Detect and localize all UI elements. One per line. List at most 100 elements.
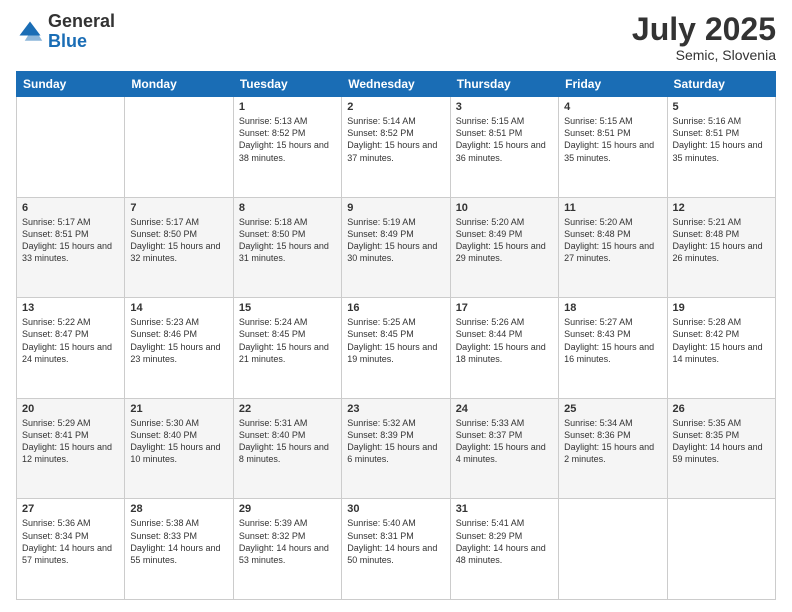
day-number: 2 bbox=[347, 101, 444, 113]
day-info: Sunrise: 5:26 AM Sunset: 8:44 PM Dayligh… bbox=[456, 316, 553, 365]
table-row bbox=[559, 499, 667, 600]
day-info: Sunrise: 5:18 AM Sunset: 8:50 PM Dayligh… bbox=[239, 216, 336, 265]
table-row: 22 Sunrise: 5:31 AM Sunset: 8:40 PM Dayli… bbox=[233, 398, 341, 499]
table-row: 21Sunrise: 5:30 AM Sunset: 8:40 PM Dayli… bbox=[125, 398, 233, 499]
col-sunday: Sunday bbox=[17, 72, 125, 97]
table-row: 8 Sunrise: 5:18 AM Sunset: 8:50 PM Daylig… bbox=[233, 197, 341, 298]
logo-blue: Blue bbox=[48, 31, 87, 51]
title-location: Semic, Slovenia bbox=[632, 47, 776, 63]
table-row: 23 Sunrise: 5:32 AM Sunset: 8:39 PM Dayli… bbox=[342, 398, 450, 499]
table-row: 17Sunrise: 5:26 AM Sunset: 8:44 PM Dayli… bbox=[450, 298, 558, 399]
title-month: July 2025 bbox=[632, 12, 776, 47]
table-row: 10 Sunrise: 5:20 AM Sunset: 8:49 PM Dayli… bbox=[450, 197, 558, 298]
table-row: 30 Sunrise: 5:40 AM Sunset: 8:31 PM Dayli… bbox=[342, 499, 450, 600]
day-info: Sunrise: 5:25 AM Sunset: 8:45 PM Dayligh… bbox=[347, 316, 444, 365]
calendar-week-row: 20 Sunrise: 5:29 AM Sunset: 8:41 PM Dayli… bbox=[17, 398, 776, 499]
col-friday: Friday bbox=[559, 72, 667, 97]
day-number: 25 bbox=[564, 403, 661, 415]
day-number: 12 bbox=[673, 202, 770, 214]
day-number: 22 bbox=[239, 403, 336, 415]
col-saturday: Saturday bbox=[667, 72, 775, 97]
table-row bbox=[667, 499, 775, 600]
day-info: Sunrise: 5:22 AM Sunset: 8:47 PM Dayligh… bbox=[22, 316, 119, 365]
day-number: 11 bbox=[564, 202, 661, 214]
title-block: July 2025 Semic, Slovenia bbox=[632, 12, 776, 63]
page: General Blue July 2025 Semic, Slovenia S… bbox=[0, 0, 792, 612]
table-row: 13 Sunrise: 5:22 AM Sunset: 8:47 PM Dayli… bbox=[17, 298, 125, 399]
calendar-table: Sunday Monday Tuesday Wednesday Thursday… bbox=[16, 71, 776, 600]
day-info: Sunrise: 5:41 AM Sunset: 8:29 PM Dayligh… bbox=[456, 517, 553, 566]
day-info: Sunrise: 5:35 AM Sunset: 8:35 PM Dayligh… bbox=[673, 417, 770, 466]
table-row: 19 Sunrise: 5:28 AM Sunset: 8:42 PM Dayli… bbox=[667, 298, 775, 399]
day-number: 31 bbox=[456, 503, 553, 515]
day-number: 6 bbox=[22, 202, 119, 214]
day-number: 20 bbox=[22, 403, 119, 415]
table-row: 6 Sunrise: 5:17 AM Sunset: 8:51 PM Daylig… bbox=[17, 197, 125, 298]
day-number: 30 bbox=[347, 503, 444, 515]
table-row: 27 Sunrise: 5:36 AM Sunset: 8:34 PM Dayli… bbox=[17, 499, 125, 600]
logo: General Blue bbox=[16, 12, 115, 52]
table-row: 29 Sunrise: 5:39 AM Sunset: 8:32 PM Dayli… bbox=[233, 499, 341, 600]
table-row: 3Sunrise: 5:15 AM Sunset: 8:51 PM Daylig… bbox=[450, 97, 558, 198]
day-info: Sunrise: 5:29 AM Sunset: 8:41 PM Dayligh… bbox=[22, 417, 119, 466]
table-row: 20 Sunrise: 5:29 AM Sunset: 8:41 PM Dayli… bbox=[17, 398, 125, 499]
day-info: Sunrise: 5:20 AM Sunset: 8:49 PM Dayligh… bbox=[456, 216, 553, 265]
day-info: Sunrise: 5:38 AM Sunset: 8:33 PM Dayligh… bbox=[130, 517, 227, 566]
calendar-week-row: 1Sunrise: 5:13 AM Sunset: 8:52 PM Daylig… bbox=[17, 97, 776, 198]
table-row: 9Sunrise: 5:19 AM Sunset: 8:49 PM Daylig… bbox=[342, 197, 450, 298]
day-number: 1 bbox=[239, 101, 336, 113]
day-info: Sunrise: 5:17 AM Sunset: 8:51 PM Dayligh… bbox=[22, 216, 119, 265]
day-number: 27 bbox=[22, 503, 119, 515]
table-row: 26 Sunrise: 5:35 AM Sunset: 8:35 PM Dayli… bbox=[667, 398, 775, 499]
day-number: 24 bbox=[456, 403, 553, 415]
day-info: Sunrise: 5:21 AM Sunset: 8:48 PM Dayligh… bbox=[673, 216, 770, 265]
day-number: 13 bbox=[22, 302, 119, 314]
day-info: Sunrise: 5:34 AM Sunset: 8:36 PM Dayligh… bbox=[564, 417, 661, 466]
day-number: 28 bbox=[130, 503, 227, 515]
day-info: Sunrise: 5:23 AM Sunset: 8:46 PM Dayligh… bbox=[130, 316, 227, 365]
col-wednesday: Wednesday bbox=[342, 72, 450, 97]
day-number: 18 bbox=[564, 302, 661, 314]
day-number: 14 bbox=[130, 302, 227, 314]
day-info: Sunrise: 5:27 AM Sunset: 8:43 PM Dayligh… bbox=[564, 316, 661, 365]
col-tuesday: Tuesday bbox=[233, 72, 341, 97]
day-number: 4 bbox=[564, 101, 661, 113]
day-info: Sunrise: 5:33 AM Sunset: 8:37 PM Dayligh… bbox=[456, 417, 553, 466]
table-row: 14 Sunrise: 5:23 AM Sunset: 8:46 PM Dayli… bbox=[125, 298, 233, 399]
day-info: Sunrise: 5:28 AM Sunset: 8:42 PM Dayligh… bbox=[673, 316, 770, 365]
table-row: 7Sunrise: 5:17 AM Sunset: 8:50 PM Daylig… bbox=[125, 197, 233, 298]
day-number: 16 bbox=[347, 302, 444, 314]
day-info: Sunrise: 5:30 AM Sunset: 8:40 PM Dayligh… bbox=[130, 417, 227, 466]
day-number: 29 bbox=[239, 503, 336, 515]
table-row: 2Sunrise: 5:14 AM Sunset: 8:52 PM Daylig… bbox=[342, 97, 450, 198]
day-info: Sunrise: 5:16 AM Sunset: 8:51 PM Dayligh… bbox=[673, 115, 770, 164]
table-row bbox=[17, 97, 125, 198]
logo-text: General Blue bbox=[48, 12, 115, 52]
day-info: Sunrise: 5:24 AM Sunset: 8:45 PM Dayligh… bbox=[239, 316, 336, 365]
day-info: Sunrise: 5:31 AM Sunset: 8:40 PM Dayligh… bbox=[239, 417, 336, 466]
day-info: Sunrise: 5:32 AM Sunset: 8:39 PM Dayligh… bbox=[347, 417, 444, 466]
day-info: Sunrise: 5:36 AM Sunset: 8:34 PM Dayligh… bbox=[22, 517, 119, 566]
day-number: 8 bbox=[239, 202, 336, 214]
table-row: 25 Sunrise: 5:34 AM Sunset: 8:36 PM Dayli… bbox=[559, 398, 667, 499]
day-number: 10 bbox=[456, 202, 553, 214]
day-number: 5 bbox=[673, 101, 770, 113]
logo-icon bbox=[16, 18, 44, 46]
table-row: 31 Sunrise: 5:41 AM Sunset: 8:29 PM Dayli… bbox=[450, 499, 558, 600]
logo-general: General bbox=[48, 11, 115, 31]
day-info: Sunrise: 5:39 AM Sunset: 8:32 PM Dayligh… bbox=[239, 517, 336, 566]
table-row bbox=[125, 97, 233, 198]
day-number: 19 bbox=[673, 302, 770, 314]
calendar-week-row: 27 Sunrise: 5:36 AM Sunset: 8:34 PM Dayli… bbox=[17, 499, 776, 600]
day-number: 9 bbox=[347, 202, 444, 214]
table-row: 1Sunrise: 5:13 AM Sunset: 8:52 PM Daylig… bbox=[233, 97, 341, 198]
table-row: 24 Sunrise: 5:33 AM Sunset: 8:37 PM Dayli… bbox=[450, 398, 558, 499]
day-info: Sunrise: 5:40 AM Sunset: 8:31 PM Dayligh… bbox=[347, 517, 444, 566]
day-number: 26 bbox=[673, 403, 770, 415]
table-row: 16 Sunrise: 5:25 AM Sunset: 8:45 PM Dayli… bbox=[342, 298, 450, 399]
table-row: 5 Sunrise: 5:16 AM Sunset: 8:51 PM Daylig… bbox=[667, 97, 775, 198]
col-monday: Monday bbox=[125, 72, 233, 97]
table-row: 28 Sunrise: 5:38 AM Sunset: 8:33 PM Dayli… bbox=[125, 499, 233, 600]
day-number: 15 bbox=[239, 302, 336, 314]
day-number: 23 bbox=[347, 403, 444, 415]
